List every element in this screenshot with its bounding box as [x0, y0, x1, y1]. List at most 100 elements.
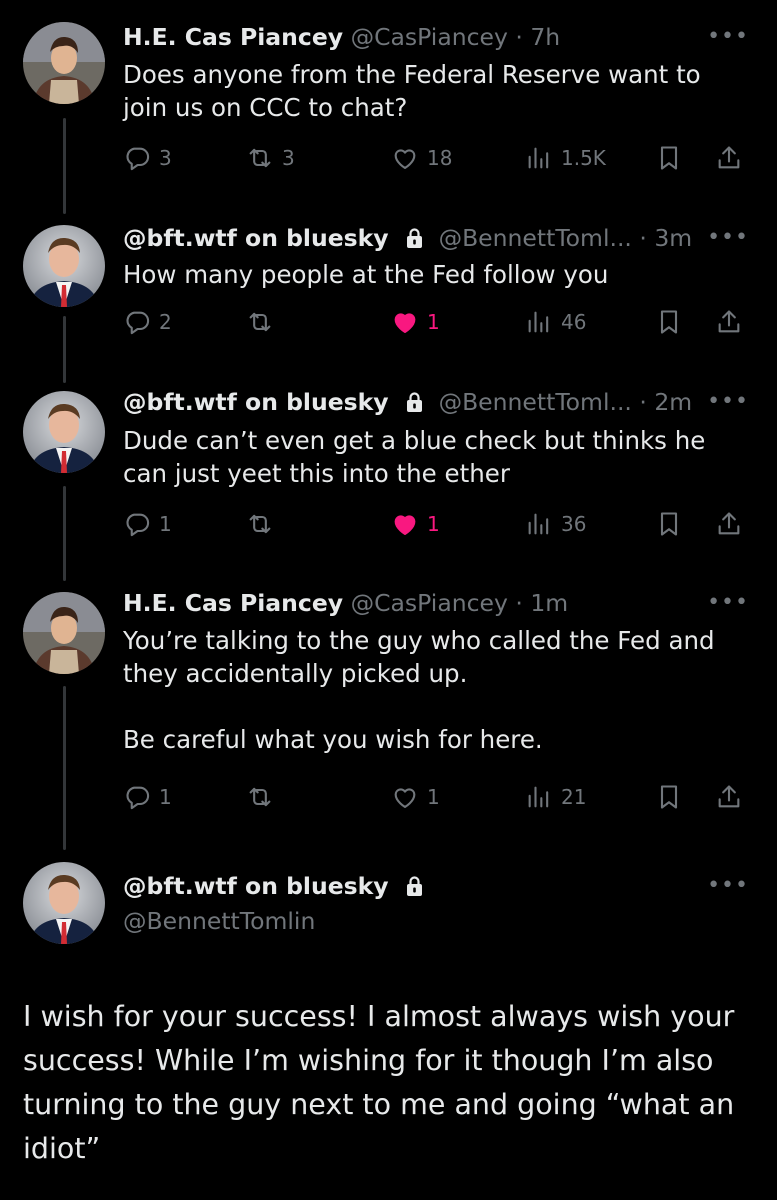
views-icon	[528, 513, 549, 535]
action-bar: 1 1 21	[123, 781, 753, 813]
tweet-header: @bft.wtf on bluesky @BennettToml... · 2m	[123, 387, 753, 417]
tweet-handle-row: @BennettTomlin	[123, 906, 753, 936]
more-icon[interactable]: •••	[707, 590, 749, 615]
share-button[interactable]	[715, 781, 743, 813]
avatar-kid-image	[23, 592, 105, 674]
like-count: 1	[427, 785, 440, 809]
thread-line	[63, 686, 66, 850]
share-icon	[718, 785, 740, 808]
display-name[interactable]: H.E. Cas Piancey	[123, 23, 343, 51]
reply-icon	[126, 786, 150, 810]
like-button[interactable]: 1	[391, 781, 440, 813]
share-button[interactable]	[715, 508, 743, 540]
like-icon	[394, 515, 416, 535]
repost-icon	[249, 514, 271, 534]
more-icon[interactable]: •••	[707, 24, 749, 49]
repost-icon	[249, 787, 271, 807]
like-icon	[394, 788, 416, 808]
reply-button[interactable]: 2	[123, 306, 172, 338]
timestamp[interactable]: · 7h	[515, 23, 560, 51]
bookmark-icon	[660, 146, 678, 170]
share-icon	[718, 512, 740, 535]
reply-count: 1	[159, 512, 172, 536]
display-name[interactable]: @bft.wtf on bluesky	[123, 872, 389, 900]
bookmark-icon	[660, 512, 678, 536]
bookmark-button[interactable]	[655, 142, 683, 174]
reply-icon	[126, 311, 150, 335]
user-handle[interactable]: @CasPiancey	[351, 589, 508, 617]
avatar[interactable]	[23, 22, 105, 104]
views-button[interactable]: 1.5K	[525, 142, 606, 174]
repost-icon	[249, 148, 271, 168]
user-handle[interactable]: @BennettTomlin	[123, 907, 315, 935]
thread-line	[63, 316, 66, 383]
reply-count: 1	[159, 785, 172, 809]
tweet-header: H.E. Cas Piancey @CasPiancey · 7h	[123, 22, 753, 52]
views-button[interactable]: 21	[525, 781, 586, 813]
reply-button[interactable]: 3	[123, 142, 172, 174]
tweet-text: Does anyone from the Federal Reserve wan…	[123, 60, 701, 122]
views-icon	[528, 786, 549, 808]
views-icon	[528, 311, 549, 333]
like-count: 1	[427, 310, 440, 334]
thread-line	[63, 118, 66, 214]
bookmark-button[interactable]	[655, 781, 683, 813]
like-icon	[394, 149, 416, 169]
like-button[interactable]: 1	[391, 508, 440, 540]
share-button[interactable]	[715, 306, 743, 338]
repost-icon	[249, 312, 271, 332]
timestamp[interactable]: · 1m	[515, 589, 568, 617]
tweet-header: @bft.wtf on bluesky @BennettToml... · 3m	[123, 223, 753, 253]
more-icon[interactable]: •••	[707, 873, 749, 898]
user-handle[interactable]: @BennettToml...	[439, 224, 632, 252]
bookmark-icon	[660, 785, 678, 809]
display-name[interactable]: @bft.wtf on bluesky	[123, 224, 389, 252]
repost-button[interactable]	[246, 781, 282, 813]
avatar-suit-image	[23, 225, 105, 307]
share-icon	[718, 310, 740, 333]
like-button[interactable]: 18	[391, 142, 452, 174]
lock-icon	[407, 876, 423, 896]
more-icon[interactable]: •••	[707, 225, 749, 250]
avatar[interactable]	[23, 225, 105, 307]
display-name[interactable]: H.E. Cas Piancey	[123, 589, 343, 617]
views-count: 1.5K	[561, 146, 606, 170]
tweet-text: Dude can’t even get a blue check but thi…	[123, 426, 706, 488]
bookmark-icon	[660, 310, 678, 334]
like-button[interactable]: 1	[391, 306, 440, 338]
lock-icon	[407, 392, 423, 412]
views-count: 21	[561, 785, 587, 809]
avatar[interactable]	[23, 391, 105, 473]
views-button[interactable]: 36	[525, 508, 586, 540]
bookmark-button[interactable]	[655, 508, 683, 540]
like-count: 1	[427, 512, 440, 536]
reply-count: 3	[159, 146, 172, 170]
tweet-text: You’re talking to the guy who called the…	[123, 626, 715, 754]
bookmark-button[interactable]	[655, 306, 683, 338]
avatar-kid-image	[23, 22, 105, 104]
reply-button[interactable]: 1	[123, 781, 172, 813]
repost-button[interactable]: 3	[246, 142, 295, 174]
main-tweet-text: I wish for your success! I almost always…	[23, 1000, 735, 1165]
views-icon	[528, 147, 549, 169]
repost-count: 3	[282, 146, 295, 170]
repost-button[interactable]	[246, 508, 282, 540]
tweet-header: @bft.wtf on bluesky	[123, 871, 753, 901]
timestamp[interactable]: · 3m	[639, 224, 692, 252]
share-button[interactable]	[715, 142, 743, 174]
avatar-suit-image	[23, 391, 105, 473]
like-count: 18	[427, 146, 453, 170]
tweet-header: H.E. Cas Piancey @CasPiancey · 1m	[123, 588, 753, 618]
avatar[interactable]	[23, 592, 105, 674]
user-handle[interactable]: @BennettToml...	[439, 388, 632, 416]
action-bar: 1 1 36	[123, 508, 753, 540]
repost-button[interactable]	[246, 306, 282, 338]
avatar[interactable]	[23, 862, 105, 944]
views-button[interactable]: 46	[525, 306, 586, 338]
reply-button[interactable]: 1	[123, 508, 172, 540]
display-name[interactable]: @bft.wtf on bluesky	[123, 388, 389, 416]
more-icon[interactable]: •••	[707, 389, 749, 414]
user-handle[interactable]: @CasPiancey	[351, 23, 508, 51]
share-icon	[718, 146, 740, 169]
timestamp[interactable]: · 2m	[639, 388, 692, 416]
